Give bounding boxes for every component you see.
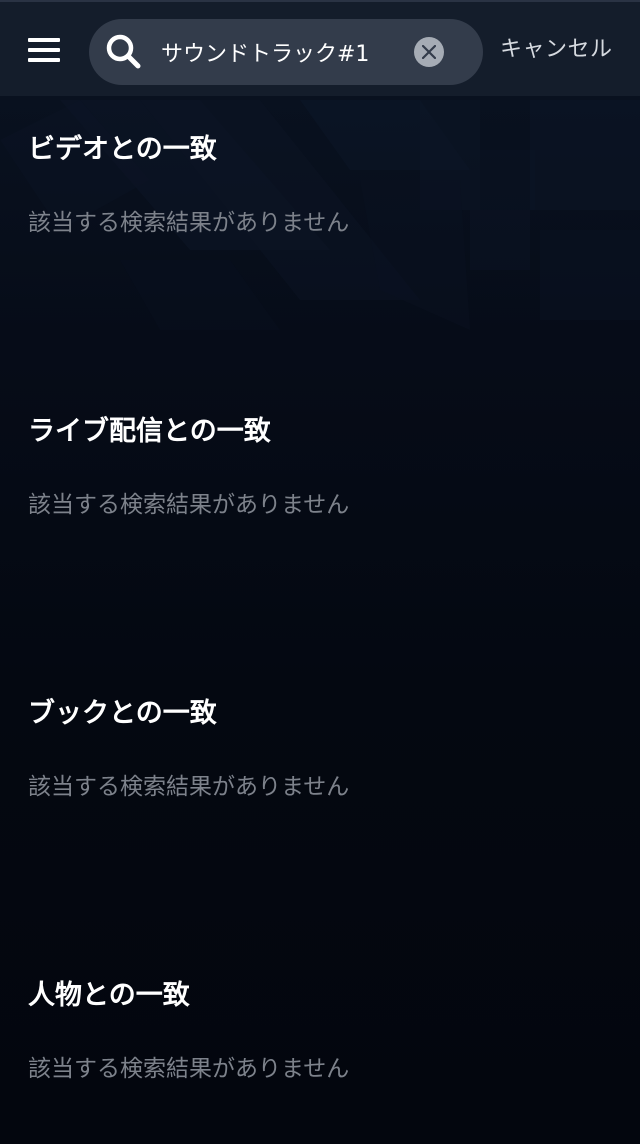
book-results-section: ブックとの一致 該当する検索結果がありません xyxy=(28,694,608,804)
section-title: ブックとの一致 xyxy=(28,698,217,729)
search-box[interactable] xyxy=(89,19,483,85)
empty-results-message: 該当する検索結果がありません xyxy=(28,774,350,800)
menu-button[interactable] xyxy=(20,28,66,70)
search-header: キャンセル xyxy=(0,0,640,96)
empty-results-message: 該当する検索結果がありません xyxy=(28,1056,350,1082)
section-title: 人物との一致 xyxy=(28,980,190,1011)
cancel-button[interactable]: キャンセル xyxy=(500,30,624,70)
search-icon xyxy=(105,33,143,71)
people-results-section: 人物との一致 該当する検索結果がありません xyxy=(28,976,608,1086)
empty-results-message: 該当する検索結果がありません xyxy=(28,210,350,236)
search-input[interactable] xyxy=(161,31,409,73)
live-results-section: ライブ配信との一致 該当する検索結果がありません xyxy=(28,412,608,522)
section-title: ビデオとの一致 xyxy=(28,134,217,165)
search-results-page: キャンセル ビデオとの一致 該当する検索結果がありません ライブ配信との一致 該… xyxy=(0,0,640,1144)
video-results-section: ビデオとの一致 該当する検索結果がありません xyxy=(28,130,608,240)
clear-search-button[interactable] xyxy=(414,37,444,67)
empty-results-message: 該当する検索結果がありません xyxy=(28,492,350,518)
section-title: ライブ配信との一致 xyxy=(28,416,271,447)
